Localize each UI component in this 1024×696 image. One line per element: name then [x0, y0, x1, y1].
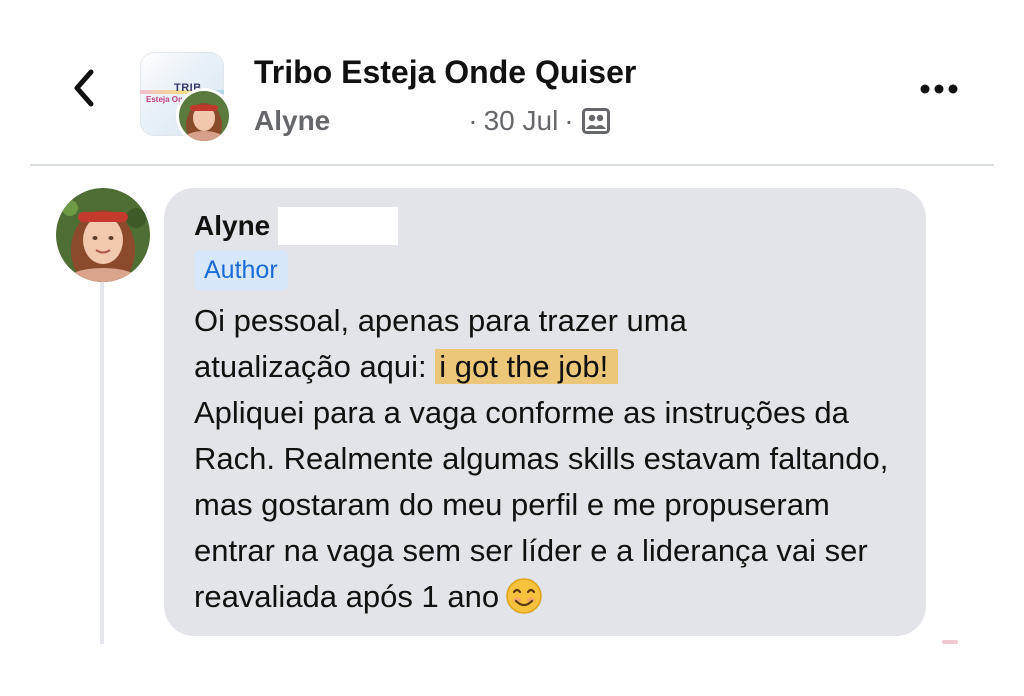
meta-separator: · — [468, 105, 478, 136]
comment-body: Apliquei para a vaga conforme as instruç… — [194, 390, 910, 620]
more-options-button[interactable] — [912, 74, 966, 108]
comment-text: Oi pessoal, apenas para trazer uma atual… — [194, 298, 910, 620]
post-author-name[interactable]: Alyne — [254, 105, 330, 137]
thread-line — [100, 282, 104, 644]
author-mini-avatar — [176, 88, 232, 144]
comment-line: Oi pessoal, apenas para trazer uma — [194, 303, 687, 338]
group-name[interactable]: Tribo Esteja Onde Quiser — [254, 54, 636, 91]
header-divider — [30, 164, 994, 166]
redaction-box — [278, 207, 399, 245]
comment-text-prefix: atualização aqui: — [194, 349, 436, 384]
highlighted-text: i got the job! — [435, 349, 619, 384]
back-button[interactable] — [62, 66, 106, 114]
group-privacy-icon — [581, 108, 610, 134]
author-badge: Author — [194, 250, 288, 290]
chevron-left-icon — [69, 68, 99, 113]
comment-line: atualização aqui: i got the job! — [194, 344, 910, 390]
meta-separator: · — [564, 105, 574, 136]
post-comment-view: TRIB Esteja Onde Tribo Esteja Onde Quise… — [0, 0, 1024, 696]
post-meta: Alyne · 30 Jul · — [254, 103, 610, 139]
post-date[interactable]: 30 Jul — [484, 105, 559, 137]
smiling-face-emoji — [505, 577, 543, 615]
comment-author-link[interactable]: Alyne — [194, 210, 270, 242]
redaction-box — [330, 106, 463, 136]
comment-author-name: Alyne — [194, 206, 399, 246]
comment-author-avatar[interactable] — [56, 188, 150, 282]
group-avatar[interactable]: TRIB Esteja Onde — [140, 52, 232, 144]
more-horizontal-icon — [919, 82, 959, 100]
decorative-mark — [942, 640, 958, 644]
